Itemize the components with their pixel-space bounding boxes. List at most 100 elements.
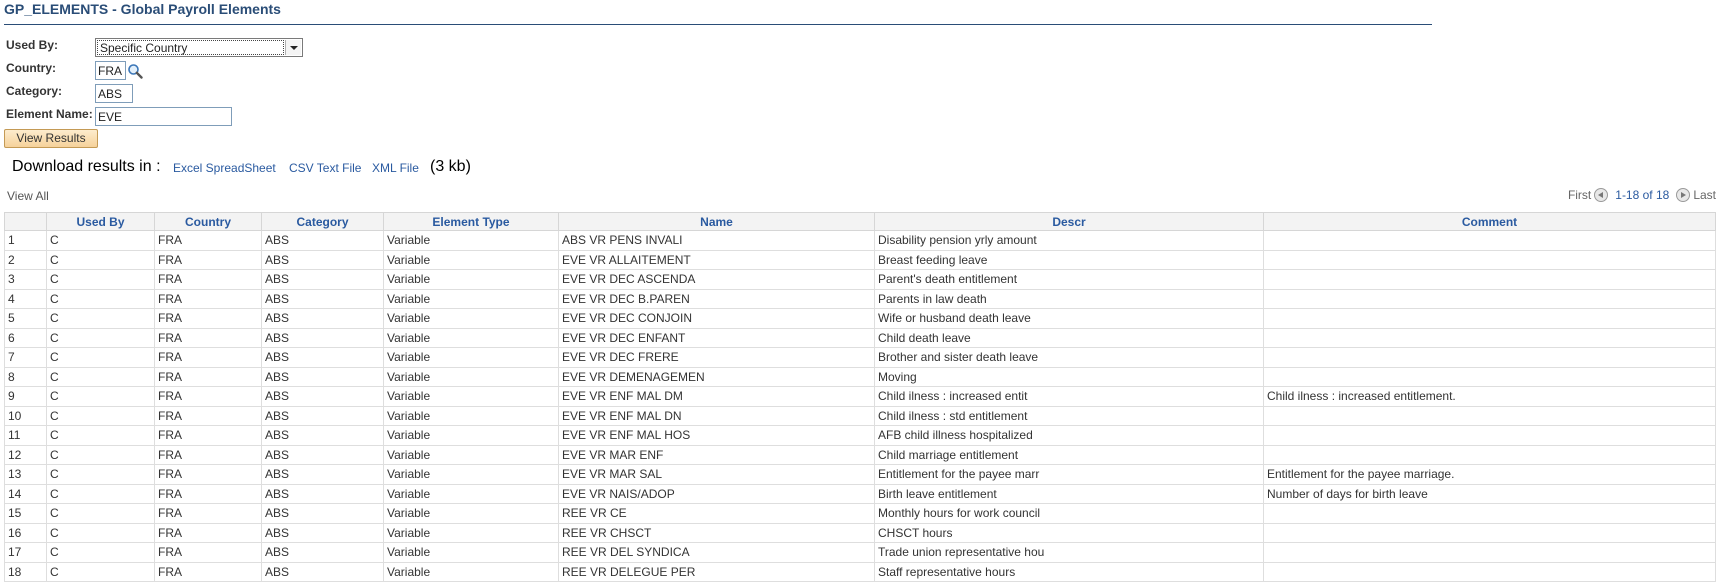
category-input[interactable]: ABS [95,84,133,103]
view-all-link[interactable]: View All [7,189,49,203]
table-row: 18 C FRA ABS Variable REE VR DELEGUE PER Staff… [4,561,1716,582]
comment-cell [1263,327,1716,348]
column-header-comment[interactable]: Comment [1263,212,1716,231]
element-type-cell: Variable [383,561,559,582]
name-cell: REE VR CHSCT [558,522,875,543]
element-type-cell: Variable [383,288,559,309]
descr-cell: Monthly hours for work council [874,503,1264,524]
country-cell: FRA [154,425,262,446]
element-type-cell: Variable [383,308,559,329]
used-by-cell: C [46,327,155,348]
category-cell: ABS [261,288,384,309]
table-row: 6 C FRA ABS Variable EVE VR DEC ENFANT Child d… [4,327,1716,348]
view-results-button[interactable]: View Results [4,129,98,148]
table-row: 1 C FRA ABS Variable ABS VR PENS INVALI Disabi… [4,230,1716,251]
descr-cell: Child marriage entitlement [874,444,1264,465]
csv-download-link[interactable]: CSV Text File [289,161,361,175]
category-cell: ABS [261,561,384,582]
excel-download-link[interactable]: Excel SpreadSheet [173,161,276,175]
name-cell: REE VR CE [558,503,875,524]
used-by-cell: C [46,425,155,446]
chevron-down-icon[interactable] [285,40,301,55]
used-by-cell: C [46,444,155,465]
column-header-element-type[interactable]: Element Type [383,212,559,231]
descr-cell: Trade union representative hou [874,542,1264,563]
element-type-cell: Variable [383,503,559,524]
category-cell: ABS [261,503,384,524]
element-type-cell: Variable [383,464,559,485]
name-cell: EVE VR MAR SAL [558,464,875,485]
used-by-cell: C [46,386,155,407]
row-number: 16 [4,522,47,543]
category-cell: ABS [261,386,384,407]
lookup-search-icon[interactable] [127,63,143,79]
row-number: 18 [4,561,47,582]
category-cell: ABS [261,483,384,504]
country-cell: FRA [154,230,262,251]
row-number: 15 [4,503,47,524]
comment-cell: Entitlement for the payee marriage. [1263,464,1716,485]
country-input[interactable]: FRA [95,61,126,80]
descr-cell: Brother and sister death leave [874,347,1264,368]
column-header-descr[interactable]: Descr [874,212,1264,231]
pager-first[interactable]: First [1568,188,1591,202]
used-by-cell: C [46,230,155,251]
table-row: 15 C FRA ABS Variable REE VR CE Monthly hours … [4,503,1716,524]
row-number: 13 [4,464,47,485]
pager-last[interactable]: Last [1693,188,1716,202]
country-label: Country: [6,61,56,75]
element-name-input[interactable]: EVE [95,107,232,126]
category-cell: ABS [261,347,384,368]
name-cell: ABS VR PENS INVALI [558,230,875,251]
used-by-select[interactable]: Specific Country [95,38,303,57]
name-cell: EVE VR ENF MAL HOS [558,425,875,446]
column-header-name[interactable]: Name [558,212,875,231]
comment-cell [1263,230,1716,251]
used-by-cell: C [46,464,155,485]
element-type-cell: Variable [383,347,559,368]
title-divider [4,24,1432,25]
used-by-cell: C [46,308,155,329]
table-row: 8 C FRA ABS Variable EVE VR DEMENAGEMEN Moving [4,366,1716,387]
comment-cell [1263,288,1716,309]
next-arrow-icon[interactable] [1676,188,1691,202]
previous-arrow-icon[interactable] [1594,188,1609,202]
descr-cell: Wife or husband death leave [874,308,1264,329]
element-type-cell: Variable [383,522,559,543]
column-header-used-by[interactable]: Used By [46,212,155,231]
element-type-cell: Variable [383,366,559,387]
category-label: Category: [6,84,63,98]
row-number: 2 [4,249,47,270]
results-table: Used By Country Category Element Type Na… [4,212,1716,582]
category-cell: ABS [261,425,384,446]
descr-cell: Child ilness : std entitlement [874,405,1264,426]
element-type-cell: Variable [383,249,559,270]
column-header-category[interactable]: Category [261,212,384,231]
element-type-cell: Variable [383,483,559,504]
descr-cell: Staff representative hours [874,561,1264,582]
category-cell: ABS [261,327,384,348]
comment-cell [1263,308,1716,329]
table-row: 2 C FRA ABS Variable EVE VR ALLAITEMENT Breast… [4,249,1716,270]
column-header-country[interactable]: Country [154,212,262,231]
table-row: 11 C FRA ABS Variable EVE VR ENF MAL HOS AFB c… [4,425,1716,446]
country-cell: FRA [154,542,262,563]
descr-cell: Parents in law death [874,288,1264,309]
download-size: (3 kb) [430,158,471,175]
table-row: 9 C FRA ABS Variable EVE VR ENF MAL DM Child i… [4,386,1716,407]
country-cell: FRA [154,522,262,543]
row-number: 9 [4,386,47,407]
name-cell: EVE VR DEC ASCENDA [558,269,875,290]
page-title: GP_ELEMENTS - Global Payroll Elements [4,1,281,17]
element-name-label: Element Name: [6,107,93,121]
xml-download-link[interactable]: XML File [372,161,419,175]
table-row: 17 C FRA ABS Variable REE VR DEL SYNDICA Trade… [4,542,1716,563]
name-cell: EVE VR MAR ENF [558,444,875,465]
element-type-cell: Variable [383,542,559,563]
category-cell: ABS [261,464,384,485]
comment-cell [1263,347,1716,368]
row-number: 12 [4,444,47,465]
row-number: 14 [4,483,47,504]
table-row: 3 C FRA ABS Variable EVE VR DEC ASCENDA Parent… [4,269,1716,290]
name-cell: EVE VR ENF MAL DN [558,405,875,426]
